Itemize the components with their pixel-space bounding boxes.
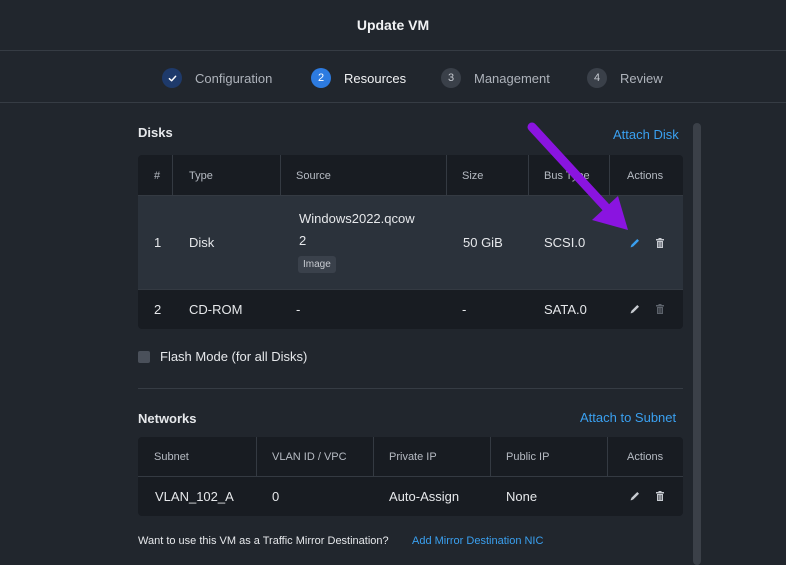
add-mirror-destination-link[interactable]: Add Mirror Destination NIC	[412, 535, 543, 547]
column-header: Actions	[627, 169, 664, 182]
attach-disk-link[interactable]: Attach Disk	[613, 127, 679, 142]
disk-bus-type: SATA.0	[544, 302, 587, 317]
trash-icon[interactable]	[654, 490, 666, 502]
pencil-icon[interactable]	[629, 237, 641, 249]
step-number: 4	[587, 68, 607, 88]
disk-number: 1	[154, 235, 162, 250]
column-header: Private IP	[389, 451, 437, 463]
column-header: Bus Type	[544, 169, 590, 182]
step-label: Review	[620, 70, 663, 86]
step-resources[interactable]: 2 Resources	[311, 68, 406, 88]
disk-size: 50 GiB	[463, 235, 503, 250]
table-row[interactable]: 1 Disk Windows2022.qcow 2 Image 50 GiB S…	[138, 196, 683, 289]
column-header: Size	[462, 169, 484, 182]
column-header: VLAN ID / VPC	[272, 451, 347, 463]
private-ip: Auto-Assign	[389, 489, 460, 504]
disk-type: CD-ROM	[189, 302, 243, 317]
subnet-name: VLAN_102_A	[155, 489, 234, 504]
flash-mode-checkbox[interactable]	[138, 351, 150, 363]
column-header: Source	[296, 169, 331, 182]
checkmark-icon	[162, 68, 182, 88]
attach-subnet-link[interactable]: Attach to Subnet	[580, 410, 676, 425]
disk-type: Disk	[189, 235, 215, 250]
step-label: Configuration	[195, 70, 273, 86]
disk-number: 2	[154, 302, 162, 317]
column-header: Subnet	[154, 451, 189, 463]
disk-bus-type: SCSI.0	[544, 235, 586, 250]
step-configuration[interactable]: Configuration	[162, 68, 272, 88]
disk-source: -	[296, 302, 301, 317]
source-type-badge: Image	[298, 256, 336, 273]
scrollbar[interactable]	[693, 123, 701, 565]
public-ip: None	[506, 489, 538, 504]
networks-table-header: Subnet VLAN ID / VPC Private IP Public I…	[138, 437, 683, 477]
step-label: Management	[474, 70, 550, 86]
step-management[interactable]: 3 Management	[441, 68, 550, 88]
section-divider	[138, 388, 683, 389]
step-number: 3	[441, 68, 461, 88]
pencil-icon[interactable]	[629, 303, 641, 315]
dialog-header: Update VM	[0, 0, 786, 51]
step-review[interactable]: 4 Review	[587, 68, 663, 88]
trash-icon[interactable]	[654, 237, 666, 249]
networks-table: Subnet VLAN ID / VPC Private IP Public I…	[138, 437, 683, 516]
mirror-destination-prompt: Want to use this VM as a Traffic Mirror …	[138, 535, 389, 547]
column-header: #	[154, 169, 161, 182]
flash-mode-label[interactable]: Flash Mode (for all Disks)	[160, 349, 307, 364]
disks-table: # Type Source Size Bus Type Actions 1 Di…	[138, 155, 683, 329]
step-label: Resources	[344, 70, 407, 86]
column-header: Type	[189, 169, 213, 182]
disk-size: -	[462, 302, 467, 317]
disks-title: Disks	[138, 125, 173, 140]
trash-icon	[654, 303, 666, 315]
vlan-id: 0	[272, 489, 280, 504]
table-row[interactable]: VLAN_102_A 0 Auto-Assign None	[138, 477, 683, 516]
disks-table-header: # Type Source Size Bus Type Actions	[138, 155, 683, 196]
dialog-title: Update VM	[356, 17, 430, 33]
table-row[interactable]: 2 CD-ROM - - SATA.0	[138, 290, 683, 329]
column-header: Public IP	[506, 451, 550, 463]
disk-source: Windows2022.qcow	[299, 211, 415, 226]
step-number: 2	[311, 68, 331, 88]
disk-source-wrap: 2	[299, 233, 307, 248]
wizard-stepper: Configuration 2 Resources 3 Management 4…	[0, 52, 786, 103]
column-header: Actions	[627, 451, 664, 463]
networks-title: Networks	[138, 411, 197, 426]
pencil-icon[interactable]	[629, 490, 641, 502]
